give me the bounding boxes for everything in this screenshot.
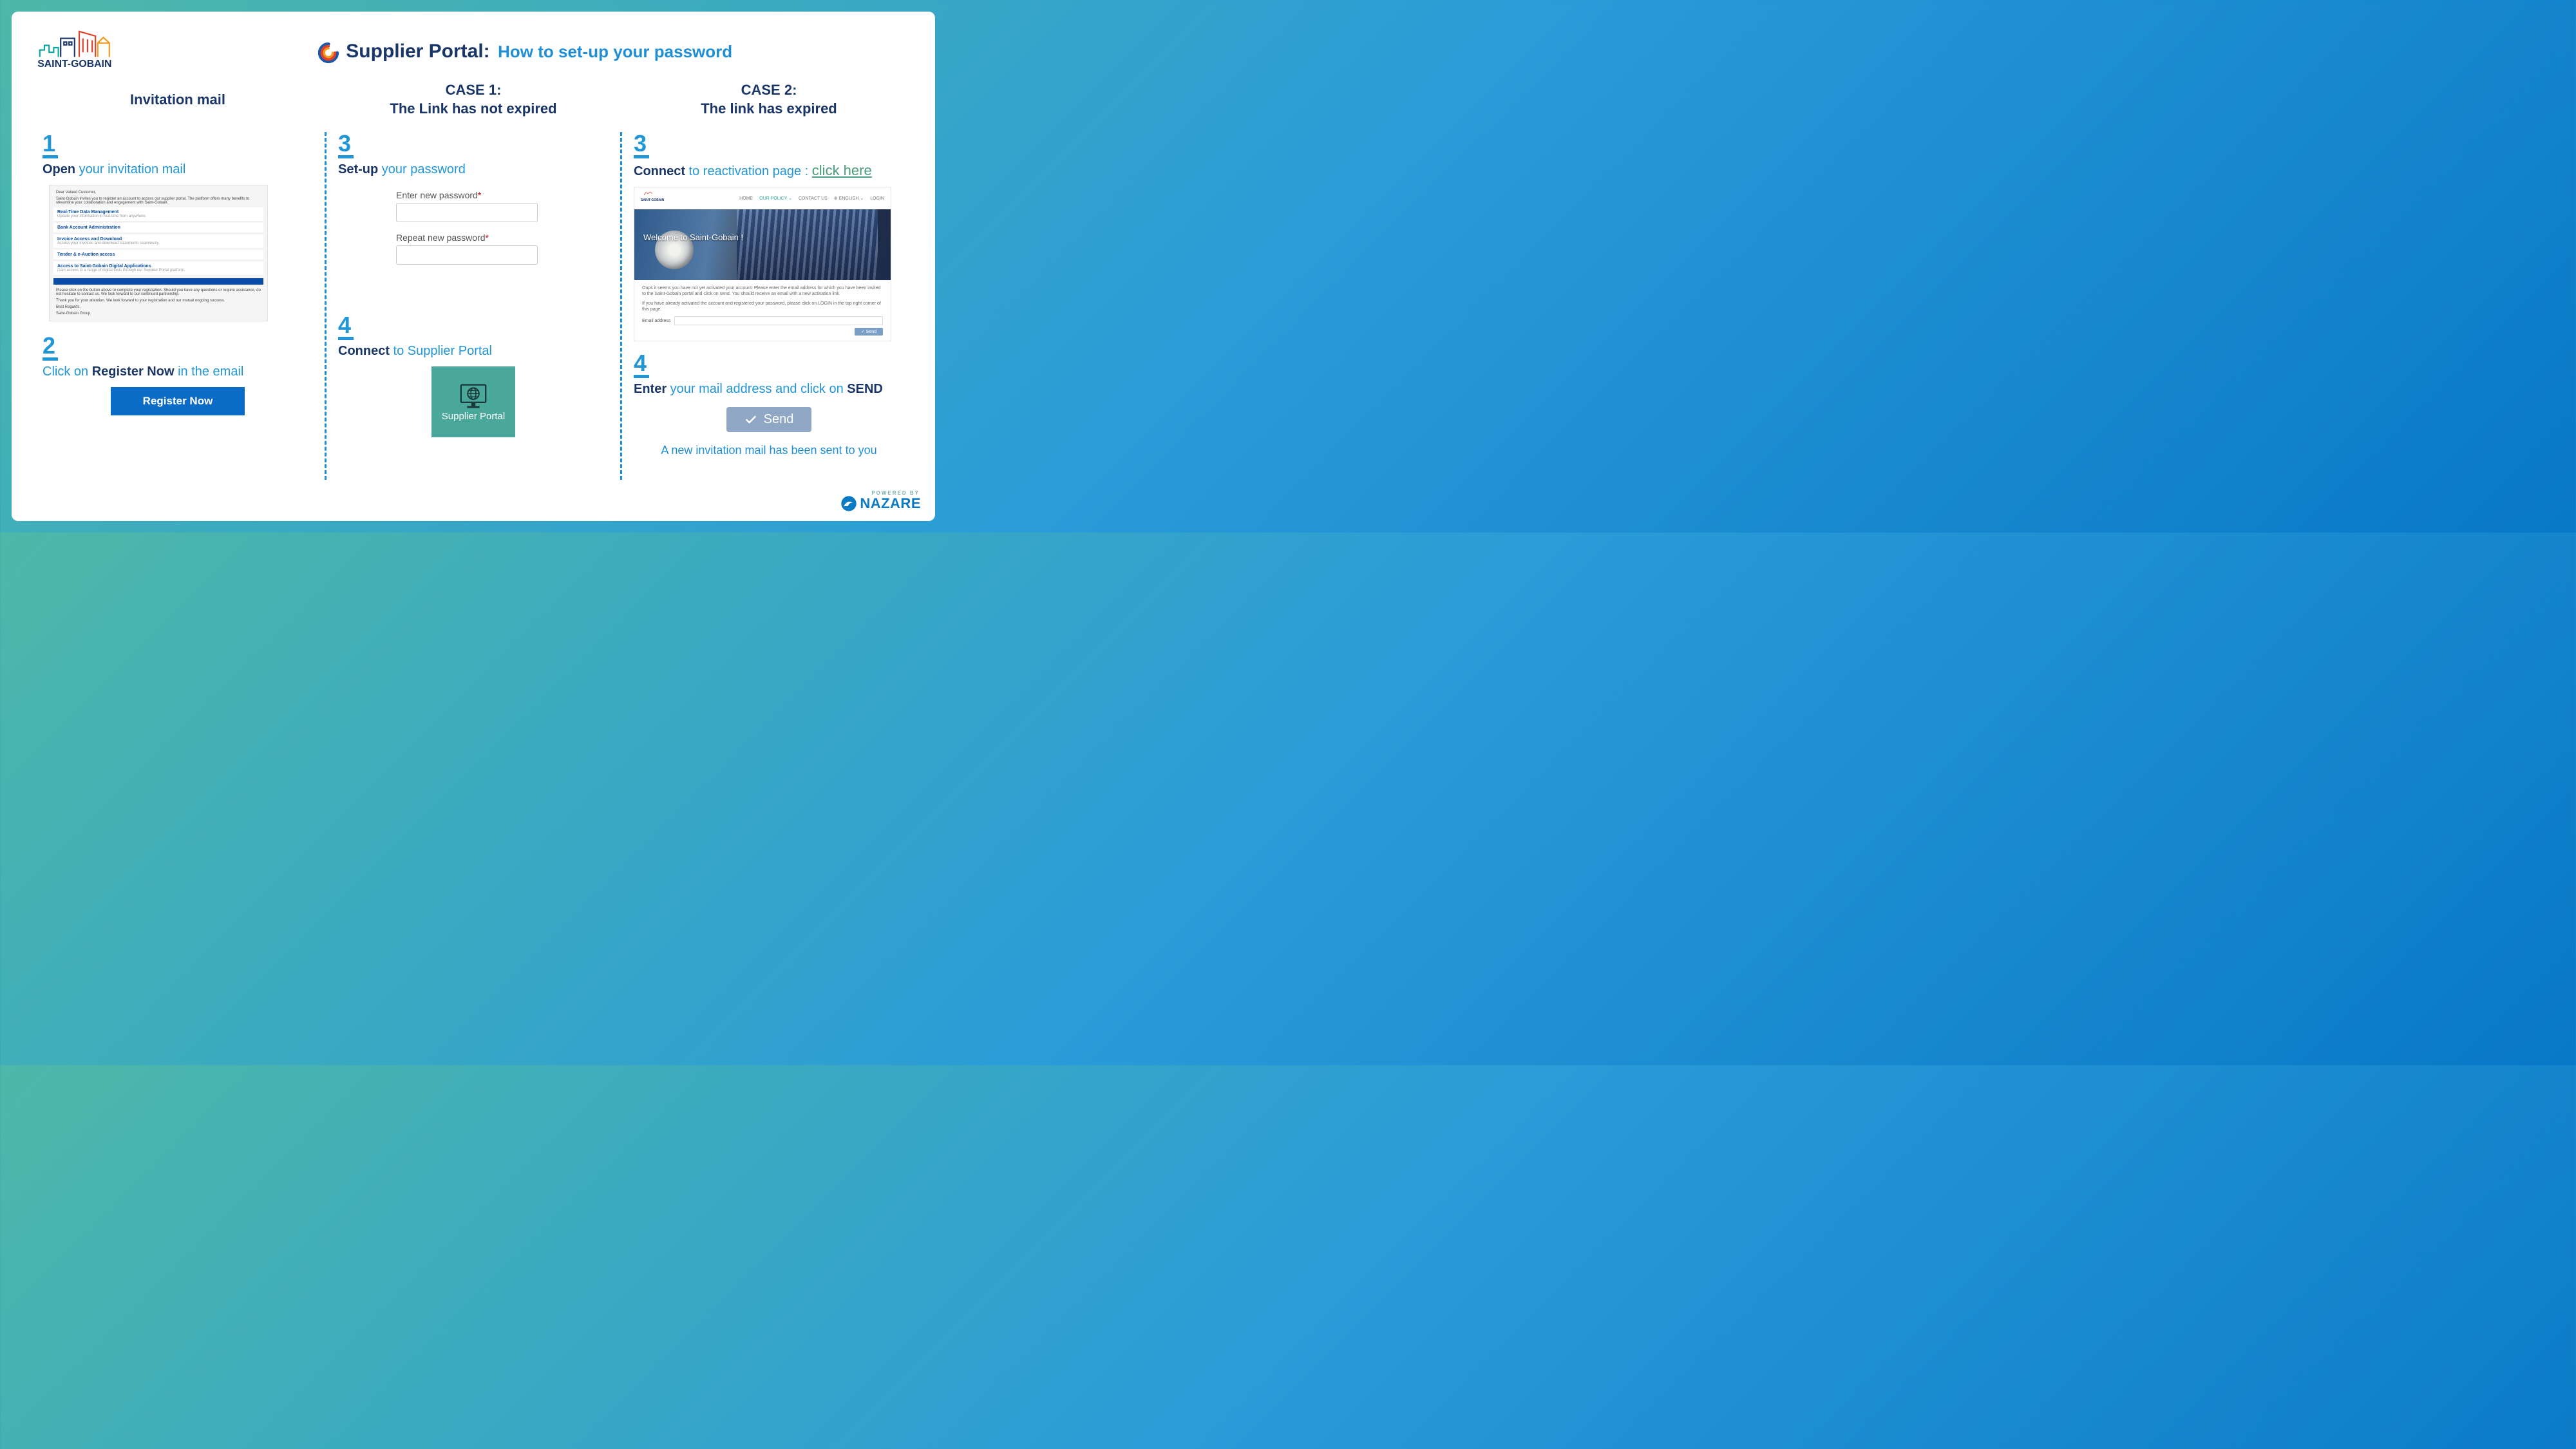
- column-case2: CASE 2: The link has expired 3 Connect t…: [622, 80, 916, 480]
- new-password-input[interactable]: [396, 203, 538, 222]
- step-text: Connect to reactivation page : click her…: [634, 162, 904, 179]
- react-nav: SAINT-GOBAIN HOME OUR POLICY ⌄ CONTACT U…: [634, 187, 891, 209]
- step-text: Enter your mail address and click on SEN…: [634, 382, 904, 397]
- brand-text: SAINT-GOBAIN: [37, 59, 111, 70]
- mini-logo: SAINT-GOBAIN: [641, 191, 673, 205]
- check-icon: [744, 413, 757, 426]
- step-text: Set-up your password: [338, 162, 609, 177]
- step-number: 4: [338, 314, 354, 340]
- title-main: Supplier Portal:: [346, 41, 489, 62]
- column-case1: CASE 1: The Link has not expired 3 Set-u…: [327, 80, 620, 480]
- reactivation-screenshot: SAINT-GOBAIN HOME OUR POLICY ⌄ CONTACT U…: [634, 187, 891, 341]
- page-title: Supplier Portal: How to set-up your pass…: [134, 24, 916, 67]
- email-screenshot: Dear Valued Customer, Saint-Gobain invit…: [49, 185, 268, 321]
- column-invitation: Invitation mail 1 Open your invitation m…: [31, 80, 325, 480]
- svg-text:SAINT-GOBAIN: SAINT-GOBAIN: [641, 198, 665, 202]
- mini-email-input[interactable]: [674, 316, 883, 325]
- repeat-password-input[interactable]: [396, 245, 538, 265]
- step-text: Open your invitation mail: [43, 162, 313, 177]
- confirmation-note: A new invitation mail has been sent to y…: [634, 444, 904, 457]
- step-3: 3 Connect to reactivation page : click h…: [634, 132, 904, 341]
- list-item: Bank Account Administration: [53, 223, 263, 233]
- supplier-portal-tile[interactable]: Supplier Portal: [431, 366, 515, 437]
- password-form: Enter new password* Repeat new password*: [396, 190, 609, 275]
- step-text: Click on Register Now in the email: [43, 365, 313, 379]
- step-number: 3: [338, 132, 354, 158]
- step-number: 1: [43, 132, 58, 158]
- new-password-label: Enter new password*: [396, 190, 609, 200]
- swirl-icon: [317, 42, 339, 67]
- step-text: Connect to Supplier Portal: [338, 344, 609, 359]
- send-button[interactable]: Send: [726, 407, 812, 432]
- nazare-logo: POWERED BY NAZARE: [840, 495, 921, 512]
- step-number: 2: [43, 334, 58, 361]
- col3-heading: CASE 2: The link has expired: [634, 80, 904, 119]
- react-body: Oups it seems you have not yet activated…: [634, 280, 891, 341]
- list-item: Access to Saint-Gobain Digital Applicati…: [53, 261, 263, 276]
- list-item: Invoice Access and DownloadAccess your i…: [53, 234, 263, 249]
- click-here-link[interactable]: click here: [812, 162, 872, 178]
- repeat-password-label: Repeat new password*: [396, 232, 609, 243]
- wave-icon: [840, 495, 857, 512]
- step-4: 4 Enter your mail address and click on S…: [634, 352, 904, 457]
- step-1: 1 Open your invitation mail Dear Valued …: [43, 132, 313, 321]
- col2-heading: CASE 1: The Link has not expired: [338, 80, 609, 119]
- register-bar: [53, 278, 263, 285]
- step-3: 3 Set-up your password Enter new passwor…: [338, 132, 609, 275]
- mini-send-button[interactable]: ✓ Send: [855, 328, 883, 336]
- col1-heading: Invitation mail: [43, 80, 313, 119]
- list-item: Real-Time Data ManagementUpdate your inf…: [53, 207, 263, 222]
- hero-image: Welcome to Saint-Gobain !: [634, 209, 891, 280]
- list-item: Tender & e-Auction access: [53, 250, 263, 260]
- step-2: 2 Click on Register Now in the email Reg…: [43, 334, 313, 415]
- globe-monitor-icon: [458, 383, 489, 411]
- step-number: 4: [634, 352, 649, 378]
- send-label: Send: [764, 412, 794, 427]
- register-now-button[interactable]: Register Now: [111, 387, 245, 415]
- columns: Invitation mail 1 Open your invitation m…: [31, 80, 916, 480]
- header: SAINT-GOBAIN Supplier Portal: How to set…: [31, 24, 916, 74]
- title-sub: How to set-up your password: [498, 42, 732, 61]
- tile-label: Supplier Portal: [442, 411, 505, 422]
- saint-gobain-logo: SAINT-GOBAIN: [31, 24, 134, 74]
- step-4: 4 Connect to Supplier Portal: [338, 314, 609, 437]
- step-number: 3: [634, 132, 649, 158]
- page: SAINT-GOBAIN Supplier Portal: How to set…: [12, 12, 935, 521]
